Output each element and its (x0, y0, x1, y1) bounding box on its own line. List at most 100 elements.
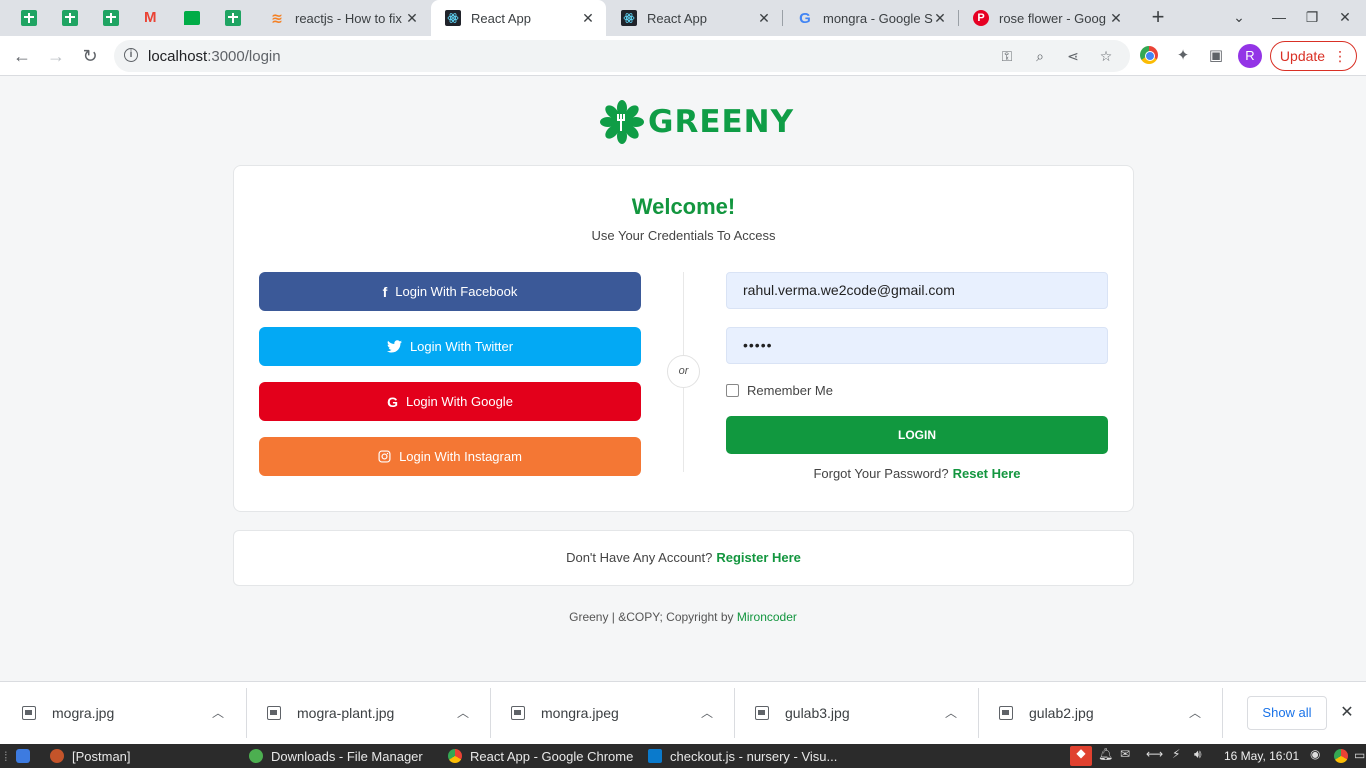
tab-reactjs[interactable]: ≋ reactjs - How to fix ✕ (255, 0, 430, 36)
download-item[interactable]: mogra.jpg ︿ (0, 682, 244, 744)
gmail-icon: M (144, 9, 157, 26)
pinned-tab-sheets-3[interactable] (98, 6, 124, 30)
download-icon (249, 749, 263, 763)
postman-icon (50, 749, 64, 763)
facebook-icon: f (382, 283, 388, 300)
close-tab-icon[interactable]: ✕ (404, 10, 420, 26)
app-menu-icon[interactable]: ⁞ (4, 744, 30, 768)
extensions-puzzle-icon[interactable]: ✦ (1173, 46, 1193, 66)
reset-password-link[interactable]: Reset Here (953, 466, 1021, 481)
url-text[interactable]: localhost:3000/login (148, 48, 281, 65)
pinned-tab-sheets-1[interactable] (16, 6, 42, 30)
taskbar-postman[interactable]: [Postman] (50, 744, 131, 768)
chevron-up-icon[interactable]: ︿ (945, 704, 957, 721)
login-instagram-button[interactable]: Login With Instagram (259, 437, 641, 476)
anydesk-tray-icon[interactable]: ◆ (1070, 746, 1092, 766)
close-tab-icon[interactable]: ✕ (580, 10, 596, 26)
show-desktop-icon[interactable]: ▭ (1354, 748, 1365, 762)
new-tab-icon[interactable]: + (1148, 6, 1168, 28)
tab-react-app[interactable]: React App ✕ (607, 0, 782, 36)
image-file-icon (22, 706, 36, 720)
address-bar[interactable]: i localhost:3000/login ⚿ ⌕ ⋖ ☆ (114, 40, 1130, 72)
tab-mongra-google[interactable]: G mongra - Google S ✕ (783, 0, 958, 36)
instagram-icon (378, 450, 391, 463)
google-icon: G (387, 393, 398, 410)
bookmark-star-icon[interactable]: ☆ (1097, 47, 1115, 65)
pinned-tab-gmail[interactable]: M (138, 6, 164, 30)
notification-bell-icon[interactable]: 🔔︎ (1098, 747, 1113, 761)
password-key-icon[interactable]: ⚿ (998, 47, 1016, 65)
tab-rose-flower[interactable]: P rose flower - Goog ✕ (959, 0, 1134, 36)
download-item[interactable]: gulab2.jpg ︿ (977, 682, 1221, 744)
mail-icon[interactable]: ✉ (1120, 747, 1130, 761)
chrome-extension-icon[interactable] (1140, 46, 1160, 66)
image-file-icon (267, 706, 281, 720)
tray-app-icon[interactable]: ◉ (1310, 747, 1320, 761)
mironcoder-link[interactable]: Mironcoder (737, 610, 797, 624)
os-taskbar: ⁞ [Postman] Downloads - File Manager Rea… (0, 744, 1366, 768)
close-tab-icon[interactable]: ✕ (756, 10, 772, 26)
chevron-up-icon[interactable]: ︿ (701, 704, 713, 721)
close-tab-icon[interactable]: ✕ (1108, 10, 1124, 26)
login-button[interactable]: LOGIN (726, 416, 1108, 454)
vscode-icon (648, 749, 662, 763)
site-info-icon[interactable]: i (124, 48, 138, 62)
image-file-icon (511, 706, 525, 720)
download-item[interactable]: mongra.jpeg ︿ (489, 682, 733, 744)
chat-icon (184, 11, 200, 25)
side-panel-icon[interactable]: ▣ (1206, 46, 1226, 66)
pinned-tab-chat[interactable] (179, 6, 205, 30)
volume-icon[interactable]: 🔊︎ (1194, 747, 1202, 762)
pinterest-icon: P (973, 10, 989, 26)
email-field[interactable]: rahul.verma.we2code@gmail.com (726, 272, 1108, 309)
chevron-up-icon[interactable]: ︿ (457, 704, 469, 721)
login-card: Welcome! Use Your Credentials To Access … (233, 165, 1134, 512)
login-google-button[interactable]: G Login With Google (259, 382, 641, 421)
back-icon[interactable]: ← (10, 44, 34, 68)
password-field[interactable]: ••••• (726, 327, 1108, 364)
download-item[interactable]: gulab3.jpg ︿ (733, 682, 977, 744)
restore-icon[interactable]: ❐ (1303, 9, 1321, 26)
or-separator: or (667, 355, 700, 388)
sheets-icon (21, 10, 37, 26)
login-facebook-button[interactable]: f Login With Facebook (259, 272, 641, 311)
share-icon[interactable]: ⋖ (1064, 47, 1082, 65)
pinned-tab-sheets-4[interactable] (220, 6, 246, 30)
remember-me[interactable]: Remember Me (726, 383, 833, 398)
forward-icon[interactable]: → (44, 44, 68, 68)
welcome-subtitle: Use Your Credentials To Access (591, 228, 776, 243)
chevron-up-icon[interactable]: ︿ (212, 704, 224, 721)
update-button[interactable]: Update ⋮ (1270, 41, 1357, 71)
login-twitter-button[interactable]: Login With Twitter (259, 327, 641, 366)
close-downloads-icon[interactable]: ✕ (1338, 702, 1356, 722)
image-file-icon (755, 706, 769, 720)
greeny-logo[interactable]: GREENY (600, 100, 794, 144)
react-icon (445, 10, 461, 26)
power-icon[interactable]: ⚡ (1172, 747, 1180, 761)
download-item[interactable]: mogra-plant.jpg ︿ (245, 682, 489, 744)
network-icon[interactable]: ⟷ (1146, 747, 1163, 761)
tab-react-app-active[interactable]: React App ✕ (431, 0, 606, 36)
zoom-icon[interactable]: ⌕ (1031, 47, 1049, 65)
profile-avatar[interactable]: R (1238, 44, 1262, 68)
taskbar-file-manager[interactable]: Downloads - File Manager (249, 744, 423, 768)
clock[interactable]: 16 May, 16:01 (1224, 749, 1299, 763)
stackoverflow-icon: ≋ (271, 9, 283, 26)
remember-me-checkbox[interactable] (726, 384, 739, 397)
taskbar-vscode[interactable]: checkout.js - nursery - Visu... (648, 744, 837, 768)
browser-toolbar: ← → ↻ i localhost:3000/login ⚿ ⌕ ⋖ ☆ ✦ ▣ (0, 36, 1366, 76)
chrome-tray-icon[interactable] (1334, 749, 1348, 766)
sheets-icon (62, 10, 78, 26)
chevron-up-icon[interactable]: ︿ (1189, 704, 1201, 721)
react-icon (621, 10, 637, 26)
show-all-downloads-button[interactable]: Show all (1247, 696, 1327, 730)
tab-search-chevron-icon[interactable]: ⌄ (1230, 9, 1248, 26)
pinned-tab-sheets-2[interactable] (57, 6, 83, 30)
sheets-icon (103, 10, 119, 26)
close-window-icon[interactable]: ✕ (1336, 9, 1354, 26)
taskbar-chrome[interactable]: React App - Google Chrome (448, 744, 633, 768)
reload-icon[interactable]: ↻ (78, 44, 102, 68)
register-link[interactable]: Register Here (716, 550, 801, 565)
close-tab-icon[interactable]: ✕ (932, 10, 948, 26)
minimize-icon[interactable]: — (1270, 9, 1288, 25)
